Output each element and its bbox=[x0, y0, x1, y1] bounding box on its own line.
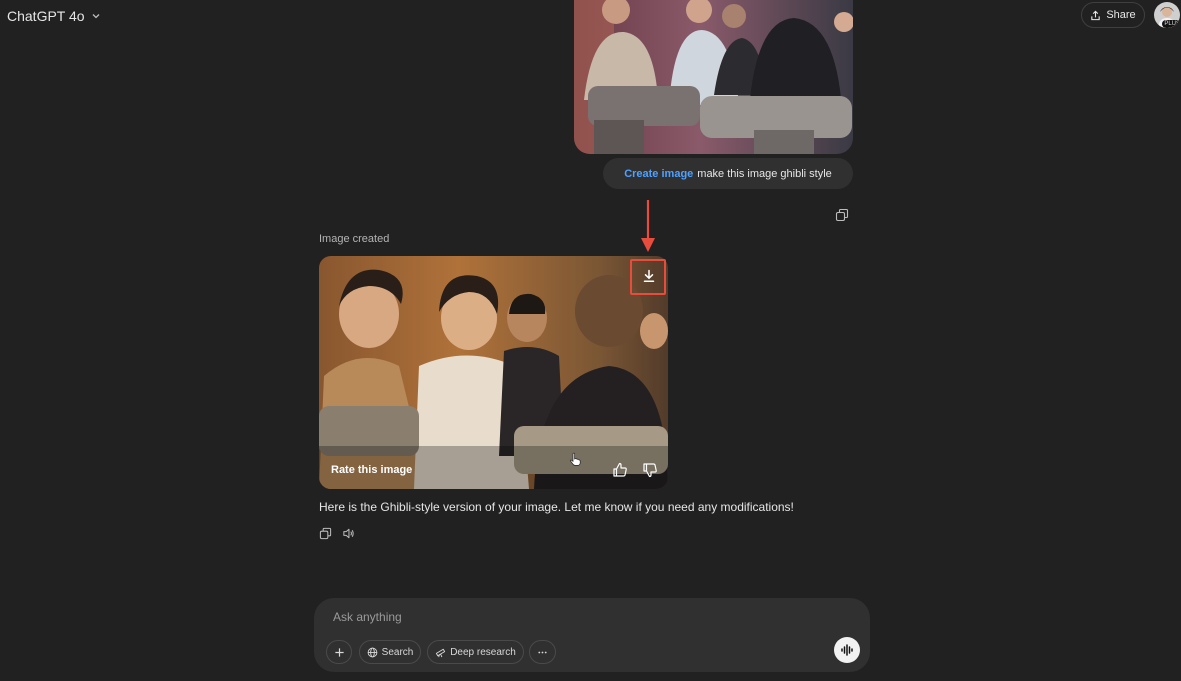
composer: Search Deep research bbox=[314, 598, 870, 672]
globe-icon bbox=[367, 647, 378, 657]
thumbs-up-icon[interactable] bbox=[612, 462, 628, 478]
more-options-button[interactable] bbox=[529, 640, 556, 664]
cursor-icon bbox=[570, 452, 581, 466]
user-prompt-bubble: Create image make this image ghibli styl… bbox=[603, 158, 853, 189]
chevron-down-icon bbox=[92, 14, 100, 19]
annotation-highlight-box bbox=[630, 259, 666, 295]
deep-research-label: Deep research bbox=[450, 646, 516, 658]
image-created-label: Image created bbox=[319, 233, 390, 245]
create-image-tag[interactable]: Create image bbox=[624, 168, 693, 180]
search-button[interactable]: Search bbox=[359, 640, 421, 664]
attach-button[interactable] bbox=[326, 640, 352, 664]
search-label: Search bbox=[381, 646, 414, 658]
generated-image[interactable] bbox=[319, 256, 668, 489]
voice-icon bbox=[841, 644, 853, 656]
more-icon bbox=[538, 651, 547, 653]
model-switcher[interactable]: ChatGPT 4o bbox=[7, 6, 101, 26]
share-button[interactable]: Share bbox=[1081, 2, 1145, 28]
voice-mode-button[interactable] bbox=[834, 637, 860, 663]
user-prompt-text: make this image ghibli style bbox=[697, 167, 832, 180]
assistant-response-text: Here is the Ghibli-style version of your… bbox=[319, 500, 794, 514]
copy-icon[interactable] bbox=[835, 208, 849, 222]
copy-icon[interactable] bbox=[319, 527, 332, 540]
model-name: ChatGPT 4o bbox=[7, 8, 85, 24]
thumbs-down-icon[interactable] bbox=[642, 462, 658, 478]
speaker-icon[interactable] bbox=[342, 527, 355, 540]
rate-image-label: Rate this image bbox=[331, 464, 413, 476]
plus-icon bbox=[334, 647, 344, 657]
annotation-arrow-icon bbox=[641, 200, 655, 252]
share-icon bbox=[1091, 10, 1101, 20]
telescope-icon bbox=[436, 648, 446, 657]
share-label: Share bbox=[1106, 9, 1136, 21]
message-input[interactable] bbox=[333, 610, 793, 624]
deep-research-button[interactable]: Deep research bbox=[427, 640, 524, 664]
plan-badge: PLUS bbox=[1162, 20, 1180, 28]
uploaded-image[interactable] bbox=[574, 0, 853, 154]
avatar[interactable]: PLUS bbox=[1154, 2, 1180, 28]
